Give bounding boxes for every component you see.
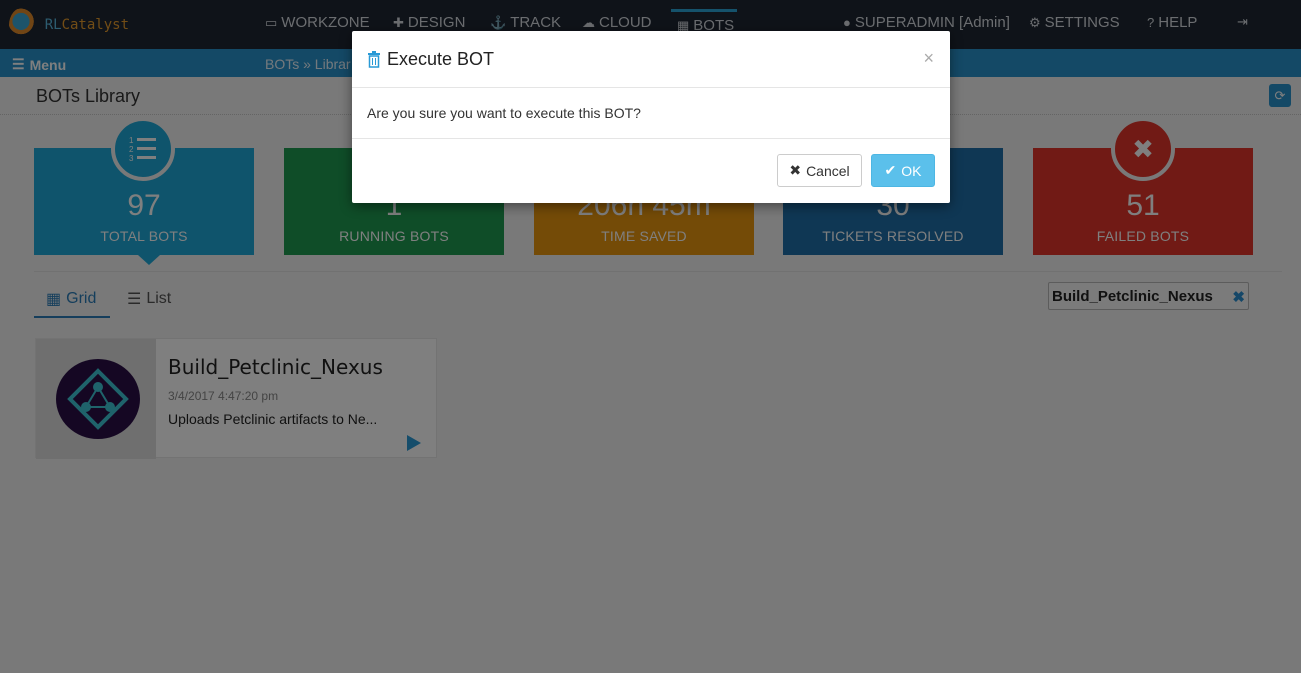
dialog-header: Execute BOT × bbox=[352, 31, 950, 88]
dialog-footer bbox=[352, 138, 950, 139]
close-icon[interactable]: × bbox=[923, 48, 934, 69]
execute-bot-dialog: Execute BOT × Are you sure you want to e… bbox=[352, 31, 950, 203]
dialog-title: Execute BOT bbox=[387, 49, 495, 69]
trash-icon bbox=[368, 51, 380, 68]
close-icon: ✖ bbox=[789, 162, 802, 178]
dialog-message: Are you sure you want to execute this BO… bbox=[367, 105, 641, 121]
ok-button[interactable]: ✔ OK bbox=[871, 154, 935, 187]
cancel-button[interactable]: ✖ Cancel bbox=[777, 154, 862, 187]
check-icon: ✔ bbox=[884, 162, 897, 178]
